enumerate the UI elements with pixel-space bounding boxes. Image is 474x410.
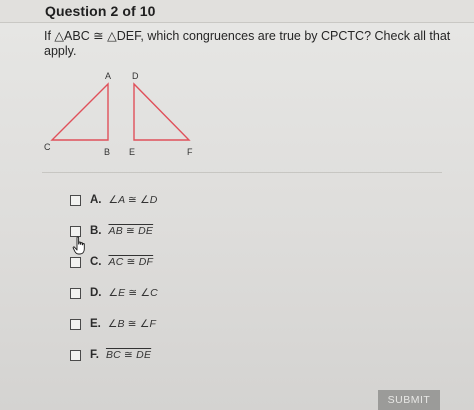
section-divider	[42, 172, 442, 173]
option-text: AB ≅ DE	[108, 225, 154, 237]
question-header: Question 2 of 10	[0, 0, 474, 23]
option-letter: D.	[90, 287, 102, 299]
option-text: ∠B ≅ ∠F	[107, 318, 157, 330]
option-letter: A.	[90, 194, 102, 206]
vertex-label-b: B	[104, 147, 110, 157]
checkbox-c[interactable]	[70, 256, 81, 268]
question-number: Question 2 of 10	[45, 3, 156, 19]
checkbox-a[interactable]	[70, 194, 81, 206]
option-letter: B.	[90, 225, 102, 237]
vertex-label-a: A	[105, 71, 111, 81]
option-letter: F.	[90, 349, 99, 361]
question-prompt: If △ABC ≅ △DEF, which congruences are tr…	[44, 29, 451, 59]
option-f[interactable]: F. BC ≅ DE	[70, 347, 151, 363]
checkbox-f[interactable]	[70, 349, 81, 361]
checkbox-e[interactable]	[70, 318, 81, 330]
option-e[interactable]: E. ∠B ≅ ∠F	[70, 316, 156, 332]
prompt-line-2: apply.	[44, 44, 77, 58]
triangle-abc	[50, 82, 109, 141]
vertex-label-d: D	[132, 71, 139, 81]
option-text: ∠A ≅ ∠D	[108, 194, 158, 206]
option-text: AC ≅ DF	[108, 256, 154, 268]
prompt-line-1: If △ABC ≅ △DEF, which congruences are tr…	[44, 29, 451, 43]
triangle-def	[133, 82, 191, 141]
option-text: BC ≅ DE	[105, 349, 152, 361]
option-c[interactable]: C. AC ≅ DF	[70, 254, 153, 270]
option-d[interactable]: D. ∠E ≅ ∠C	[70, 285, 158, 301]
checkbox-d[interactable]	[70, 287, 81, 299]
submit-button[interactable]: SUBMIT	[378, 390, 440, 410]
option-text: ∠E ≅ ∠C	[108, 287, 158, 299]
hand-pointer-icon	[72, 236, 85, 255]
option-letter: C.	[90, 256, 102, 268]
option-letter: E.	[90, 318, 101, 330]
vertex-label-e: E	[129, 147, 135, 157]
triangle-figure: A C B D E F	[44, 71, 193, 157]
checkbox-b[interactable]	[70, 225, 81, 237]
vertex-label-f: F	[187, 147, 193, 157]
vertex-label-c: C	[44, 142, 51, 152]
option-a[interactable]: A. ∠A ≅ ∠D	[70, 192, 158, 208]
quiz-page: Question 2 of 10 If △ABC ≅ △DEF, which c…	[0, 0, 474, 410]
